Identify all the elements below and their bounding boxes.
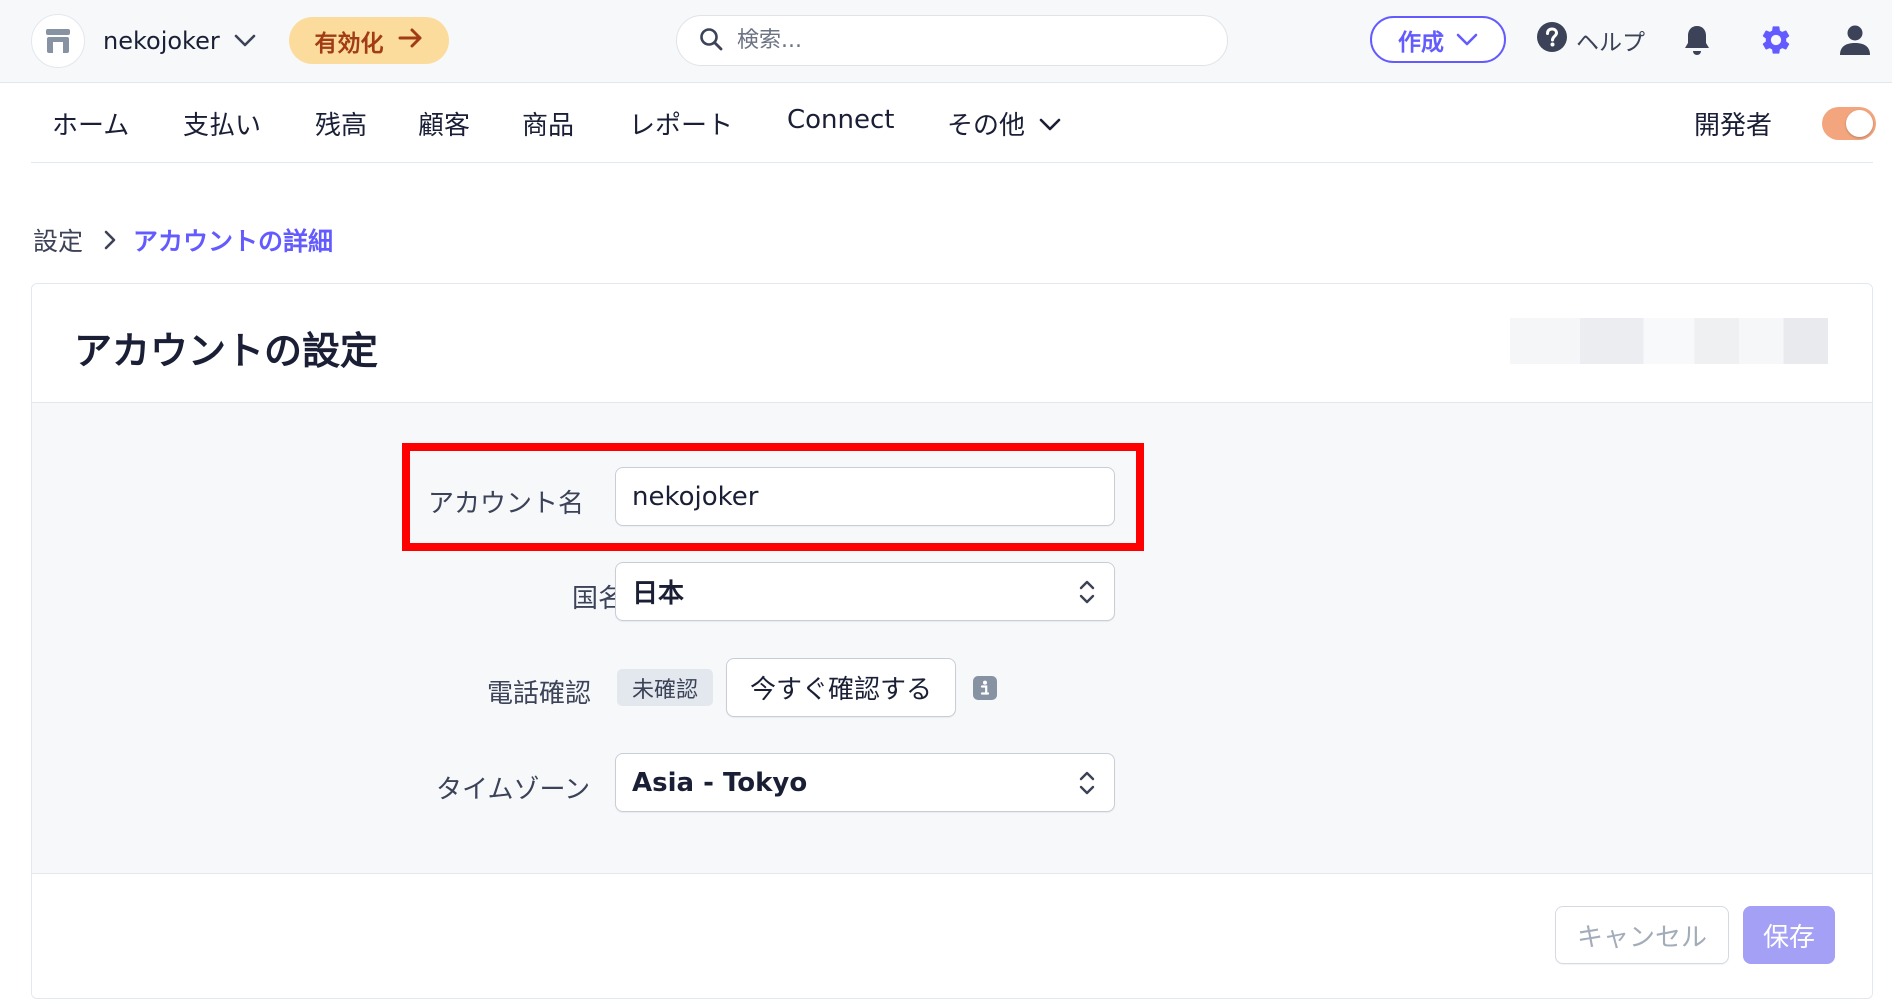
chevron-down-icon [1039, 109, 1061, 139]
search-input[interactable] [737, 20, 1177, 61]
nav-item-more-label: その他 [947, 111, 1026, 141]
nav-item-payments[interactable]: 支払い [183, 105, 261, 142]
chevron-down-icon [1456, 27, 1478, 53]
cancel-button[interactable]: キャンセル [1555, 906, 1729, 964]
bell-icon[interactable] [1677, 20, 1717, 60]
help-icon [1536, 21, 1568, 59]
arrow-right-icon [398, 27, 424, 55]
activate-label: 有効化 [314, 30, 384, 57]
card-footer: キャンセル 保存 [32, 874, 1872, 998]
chevron-down-icon [234, 34, 256, 48]
status-badge: 未確認 [617, 669, 713, 706]
timezone-select[interactable]: Asia - Tokyo [615, 753, 1115, 812]
account-name-label: アカウント名 [428, 489, 585, 519]
account-settings-card: アカウントの設定 アカウント名 国名 日本 電話確認 未確認 今すぐ確認する タ… [31, 283, 1873, 999]
help-button[interactable]: ヘルプ [1536, 20, 1645, 60]
toggle-knob [1846, 110, 1873, 137]
select-arrows-icon [1078, 578, 1096, 610]
help-label: ヘルプ [1576, 30, 1645, 56]
nav-item-products[interactable]: 商品 [522, 105, 574, 142]
redacted-account-id [1510, 318, 1828, 364]
info-icon[interactable] [973, 676, 997, 700]
timezone-value: Asia - Tokyo [632, 767, 808, 798]
breadcrumb-account-details[interactable]: アカウントの詳細 [133, 222, 333, 258]
timezone-label: タイムゾーン [436, 775, 591, 805]
developer-label: 開発者 [1694, 111, 1773, 141]
card-header: アカウントの設定 [32, 284, 1872, 403]
phone-verification-label: 電話確認 [487, 679, 592, 709]
developer-toggle[interactable] [1822, 107, 1876, 140]
store-icon [31, 14, 85, 68]
save-button[interactable]: 保存 [1743, 906, 1835, 964]
country-value: 日本 [632, 579, 685, 609]
user-icon[interactable] [1835, 20, 1875, 60]
nav-item-more[interactable]: その他 [947, 105, 1061, 142]
nav-item-reports[interactable]: レポート [629, 105, 733, 142]
gear-icon[interactable] [1756, 20, 1796, 60]
nav-item-home[interactable]: ホーム [52, 105, 129, 142]
country-select[interactable]: 日本 [615, 562, 1115, 621]
settings-form: アカウント名 国名 日本 電話確認 未確認 今すぐ確認する タイムゾーン Asi… [32, 403, 1872, 874]
nav-item-customers[interactable]: 顧客 [418, 105, 470, 142]
activate-button[interactable]: 有効化 [289, 17, 449, 64]
main-nav: ホーム 支払い 残高 顧客 商品 レポート Connect その他 開発者 [31, 83, 1876, 163]
page-title: アカウントの設定 [74, 329, 379, 373]
top-bar: nekojoker 有効化 作成 ヘルプ [0, 0, 1892, 83]
create-label: 作成 [1398, 29, 1444, 56]
search-box[interactable] [676, 15, 1228, 66]
nav-item-balances[interactable]: 残高 [315, 105, 367, 142]
select-arrows-icon [1078, 769, 1096, 801]
breadcrumb: 設定 アカウントの詳細 [33, 222, 333, 258]
account-name: nekojoker [103, 27, 220, 55]
breadcrumb-settings[interactable]: 設定 [33, 222, 83, 258]
create-button[interactable]: 作成 [1370, 16, 1506, 63]
chevron-right-icon [103, 229, 117, 251]
search-icon [699, 27, 723, 55]
account-name-input[interactable] [615, 467, 1115, 526]
verify-now-button[interactable]: 今すぐ確認する [726, 658, 956, 717]
account-switcher[interactable]: nekojoker [31, 14, 256, 68]
nav-item-connect[interactable]: Connect [787, 105, 895, 135]
